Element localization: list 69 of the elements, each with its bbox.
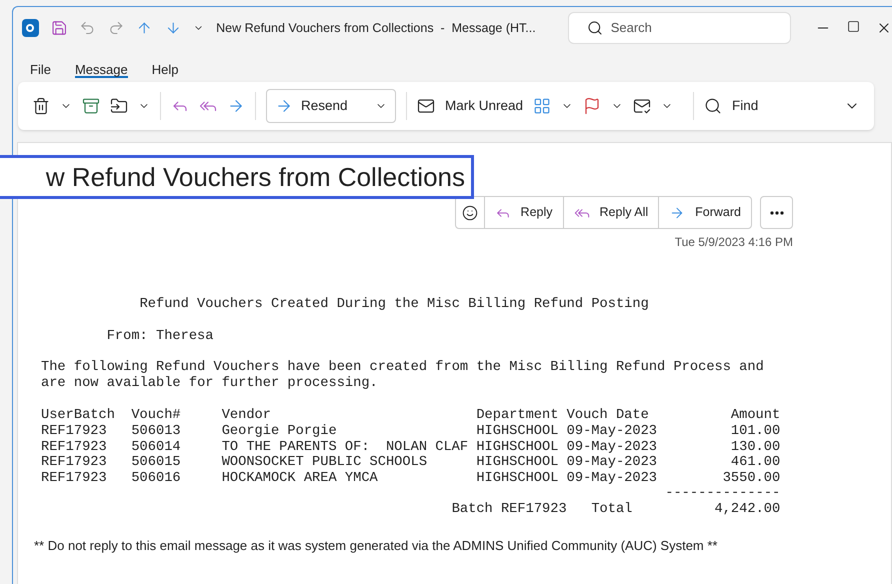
resend-button[interactable]: Resend	[266, 89, 396, 123]
find-button[interactable]: Find	[732, 96, 758, 116]
search-field[interactable]: Search	[568, 12, 792, 44]
table-cell-text: WOONSOCKET PUBLIC SCHOOLS	[222, 455, 428, 471]
table-cell-text: REF17923	[41, 440, 108, 456]
more-button[interactable]	[760, 196, 793, 229]
column-header: Vouch Date	[566, 408, 650, 424]
table-cell-text: REF17923	[41, 455, 108, 471]
table-cell-text: HIGHSCHOOL	[476, 440, 560, 456]
archive-icon[interactable]	[82, 97, 100, 115]
outlook-logo-icon	[22, 19, 39, 37]
find-icon[interactable]	[704, 97, 722, 115]
mark-unread-button[interactable]: Mark Unread	[445, 96, 524, 116]
column-header: Amount	[730, 408, 780, 424]
categories-icon[interactable]	[533, 97, 552, 115]
column-header: Vouch#	[131, 408, 182, 424]
table-cell-text: 506013	[131, 424, 182, 440]
table-cell-text: REF17923	[41, 470, 108, 486]
from-line: From: Theresa	[106, 328, 214, 344]
table-cell-text: TO THE PARENTS OF: NOLAN CLAF	[222, 440, 470, 456]
table-cell-text: HIGHSCHOOL	[476, 424, 560, 440]
rules-icon[interactable]	[633, 97, 652, 115]
delete-icon[interactable]	[32, 97, 50, 115]
table-cell-text: Georgie Porgie	[222, 424, 338, 440]
table-cell-text: 506016	[131, 470, 182, 486]
table-cell-text: HOCKAMOCK AREA YMCA	[222, 470, 379, 486]
undo-icon[interactable]	[79, 19, 96, 37]
menu-tab[interactable]: File	[30, 60, 51, 78]
menu-tab[interactable]: Help	[152, 60, 178, 78]
action-button[interactable]: Reply	[484, 197, 564, 228]
total-rule: --------------	[665, 486, 780, 502]
total-label: Total	[591, 502, 634, 518]
search-icon[interactable]	[586, 20, 603, 36]
smiley-icon	[462, 204, 478, 220]
save-icon[interactable]	[50, 19, 68, 37]
table-cell-text: REF17923	[41, 424, 108, 440]
menu-tab[interactable]: Message	[74, 60, 128, 78]
redo-icon[interactable]	[108, 19, 124, 37]
batch-label: Batch REF17923	[452, 502, 568, 518]
table-cell-text: 506014	[131, 440, 182, 456]
search-input[interactable]: Search	[610, 18, 761, 38]
table-cell-text: 3550.00	[722, 470, 780, 486]
window-title: New Refund Vouchers from Collections - Message (HT...	[216, 20, 536, 37]
table-cell-text: 130.00	[730, 440, 780, 456]
table-cell-text: 09-May-2023	[566, 470, 658, 486]
footer-note: ** Do not reply to this email message as it was system generated via the ADMINS Unified Community (AUC) System **	[33, 536, 718, 555]
table-cell-text: 101.00	[730, 424, 780, 440]
table-cell-text: 09-May-2023	[566, 440, 658, 456]
more-icon	[770, 210, 784, 214]
body-heading: Refund Vouchers Created During the Misc Billing Refund Posting	[138, 297, 650, 313]
subject-highlight: w Refund Vouchers from Collections	[0, 155, 474, 199]
column-header: Department	[476, 408, 560, 424]
total-amount: 4,242.00	[714, 502, 780, 518]
table-cell-text: 09-May-2023	[566, 424, 658, 440]
table-cell-text: HIGHSCHOOL	[476, 455, 560, 471]
envelope-icon[interactable]	[417, 97, 435, 115]
message-date: Tue 5/9/2023 4:16 PM	[674, 234, 793, 251]
table-cell-text: HIGHSCHOOL	[476, 470, 560, 486]
table-cell-text: 09-May-2023	[566, 455, 658, 471]
flag-icon[interactable]	[583, 97, 602, 115]
table-cell-text: 506015	[131, 455, 182, 471]
action-button[interactable]: Reply All	[564, 197, 660, 228]
column-header: UserBatch	[41, 408, 116, 424]
action-button[interactable]: Forward	[659, 197, 751, 228]
column-header: Vendor	[222, 408, 272, 424]
maximize-icon[interactable]	[847, 20, 860, 33]
table-cell-text: 461.00	[730, 455, 780, 471]
move-icon[interactable]	[110, 97, 128, 115]
intro-paragraph: The following Refund Vouchers have been created from the Misc Billing Refund Process and are now available for further processing.	[41, 360, 764, 392]
